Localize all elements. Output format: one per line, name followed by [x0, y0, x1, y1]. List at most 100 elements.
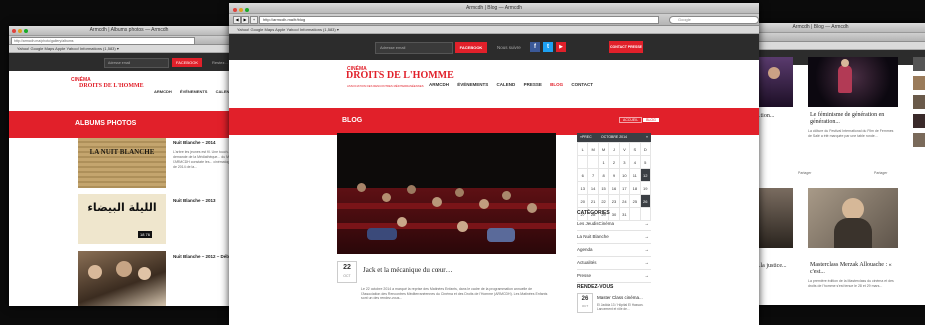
album-title-3[interactable]: Nuit Blanche – 2012 – Débat — [173, 254, 233, 259]
calendar-day[interactable]: 5 — [639, 155, 652, 169]
left-header: CINÉMA DROITS DE L'HOMME ARMCDH ÉVÉNEMEN… — [9, 71, 249, 111]
calendar-day[interactable]: 14 — [587, 181, 599, 195]
site-logo[interactable]: DROITS DE L'HOMME — [346, 70, 454, 82]
forward-icon[interactable]: ▶ — [241, 16, 249, 24]
calendar-widget: «PREC OCTOBRE 2014 » L M M J V S D 1 2 3… — [576, 133, 652, 221]
left-subscribe-button[interactable]: FACEBOOK — [172, 58, 202, 67]
calendar-day[interactable]: 6 — [576, 168, 589, 182]
weekday: D — [639, 142, 652, 156]
right-partial-title-2[interactable]: ...la justice... — [756, 263, 787, 269]
calendar-day[interactable]: 9 — [608, 168, 620, 182]
rdv-title: RENDEZ-VOUS — [577, 284, 614, 290]
post-title[interactable]: Jack et la mécanique du cœur… — [363, 266, 453, 274]
calendar-day[interactable] — [587, 155, 599, 169]
nav-armcdh[interactable]: ARMCDH — [429, 82, 449, 87]
album-thumb-1[interactable]: LA NUIT BLANCHE — [78, 138, 166, 188]
calendar-day-highlight[interactable]: 12 — [639, 168, 652, 182]
calendar-day[interactable]: 8 — [597, 168, 610, 182]
nav-contact[interactable]: CONTACT — [571, 82, 593, 87]
calendar-day-highlight[interactable]: 26 — [639, 194, 652, 208]
left-red-band: ALBUMS PHOTOS — [9, 111, 249, 138]
article-image-1[interactable] — [808, 57, 898, 107]
press-contact-button[interactable]: CONTACT PRESSE — [609, 41, 643, 53]
category-label: La Nuit Blanche — [577, 234, 609, 239]
article-image-2[interactable] — [808, 188, 898, 248]
calendar-header: «PREC OCTOBRE 2014 » — [577, 133, 651, 142]
weekday: L — [576, 142, 589, 156]
page-title: BLOG — [342, 117, 363, 124]
calendar-day[interactable]: 25 — [629, 194, 641, 208]
calendar-day[interactable]: 21 — [587, 194, 599, 208]
album-title-2[interactable]: Nuit Blanche – 2013 — [173, 198, 216, 203]
calendar-day[interactable]: 13 — [576, 181, 589, 195]
browser-search-field[interactable]: Google — [669, 16, 759, 24]
category-item[interactable]: La Nuit Blanche → — [577, 231, 651, 244]
twitter-icon[interactable]: t — [543, 42, 553, 52]
left-email-input[interactable]: Adresse email — [104, 58, 169, 68]
calendar-day[interactable]: 18 — [629, 181, 641, 195]
calendar-day[interactable]: 23 — [608, 194, 620, 208]
subscribe-button[interactable]: FACEBOOK — [455, 42, 487, 53]
nav-evenements[interactable]: ÉVÉNEMENTS — [457, 82, 488, 87]
album-thumb-2-tag: 18 76 — [138, 231, 153, 238]
share-link-0[interactable]: Partager — [798, 171, 811, 176]
breadcrumb-home[interactable]: ACCUEIL — [619, 117, 643, 123]
album-title-1[interactable]: Nuit Blanche – 2014 — [173, 140, 216, 145]
back-icon[interactable]: ◀ — [233, 16, 241, 24]
share-link-1[interactable]: Partager — [874, 171, 887, 176]
calendar-day[interactable]: 15 — [597, 181, 610, 195]
calendar-day[interactable]: 4 — [629, 155, 641, 169]
calendar-day[interactable]: 17 — [618, 181, 631, 195]
left-follow-label: Restez... — [212, 60, 228, 65]
right-window-title: Armcdh | Blog — Armcdh — [792, 24, 849, 30]
rdv-event-desc: El Jadida 13 / Hôpital El Hassan. Lancem… — [597, 303, 644, 311]
calendar-day[interactable]: 11 — [629, 168, 641, 182]
calendar-day[interactable]: 16 — [608, 181, 620, 195]
email-input[interactable]: Adresse email — [375, 42, 453, 54]
nav-evenements[interactable]: ÉVÉNEMENTS — [180, 89, 208, 94]
nav-blog[interactable]: BLOG — [550, 82, 563, 87]
calendar-day[interactable]: 22 — [597, 194, 610, 208]
rdv-event-title[interactable]: Master Class cinéma... — [597, 295, 643, 300]
nav-calendrier[interactable]: CALEND — [497, 82, 516, 87]
calendar-day[interactable]: 3 — [618, 155, 631, 169]
category-item[interactable]: Presse → — [577, 270, 651, 283]
article-title-1[interactable]: Le féminisme de génération en génération… — [810, 112, 900, 126]
category-item[interactable]: Actualités → — [577, 257, 651, 270]
calendar-prev[interactable]: «PREC — [580, 133, 592, 142]
center-bookmarks-bar: Yahoo! Google Maps Apple Yahoo! Informat… — [229, 26, 759, 34]
right-partial-image-1[interactable] — [758, 57, 793, 107]
album-thumb-3[interactable] — [78, 251, 166, 306]
nav-armcdh[interactable]: ARMCDH — [154, 89, 172, 94]
facebook-icon[interactable]: f — [530, 42, 540, 52]
calendar-day[interactable]: 2 — [608, 155, 620, 169]
top-newsletter-bar: Adresse email FACEBOOK Nous suivre f t ▶… — [229, 34, 759, 60]
category-item[interactable]: Les JeudisCinéma → — [577, 218, 651, 231]
nav-presse[interactable]: PRESSE — [524, 82, 542, 87]
page-title-band: BLOG ACCUEIL BLOG — [229, 108, 759, 135]
calendar-day[interactable]: 19 — [639, 181, 652, 195]
calendar-day[interactable]: 1 — [597, 155, 610, 169]
calendar-next[interactable]: » — [646, 133, 648, 142]
left-logo: DROITS DE L'HOMME — [79, 83, 144, 89]
post-featured-image[interactable] — [337, 133, 556, 254]
album-thumb-2[interactable]: الليلة البيضاء 18 76 — [78, 194, 166, 244]
calendar-day[interactable]: 10 — [618, 168, 631, 182]
left-browser-window: Armcdh | Albums photos — Armcdh http://a… — [9, 26, 249, 306]
calendar-day[interactable]: 7 — [587, 168, 599, 182]
left-url-field[interactable]: http://armcdh.ma/photo/gallery/albums — [11, 37, 195, 45]
calendar-week: 13 14 15 16 17 18 19 — [576, 181, 652, 195]
category-label: Presse — [577, 273, 592, 278]
article-title-2[interactable]: Masterclass Merzak Allouache : « c'est..… — [810, 262, 908, 276]
weekday: V — [618, 142, 631, 156]
add-icon[interactable]: + — [250, 16, 258, 24]
calendar-day[interactable] — [576, 155, 589, 169]
youtube-icon[interactable]: ▶ — [556, 42, 566, 52]
calendar-day[interactable]: 20 — [576, 194, 589, 208]
breadcrumb: ACCUEIL BLOG — [619, 117, 659, 123]
calendar-day[interactable]: 24 — [618, 194, 631, 208]
right-partial-image-2[interactable] — [758, 188, 793, 248]
weekday: M — [597, 142, 610, 156]
center-url-field[interactable]: http://armcdh.ma/fr/blog — [259, 16, 659, 24]
category-item[interactable]: Agenda → — [577, 244, 651, 257]
